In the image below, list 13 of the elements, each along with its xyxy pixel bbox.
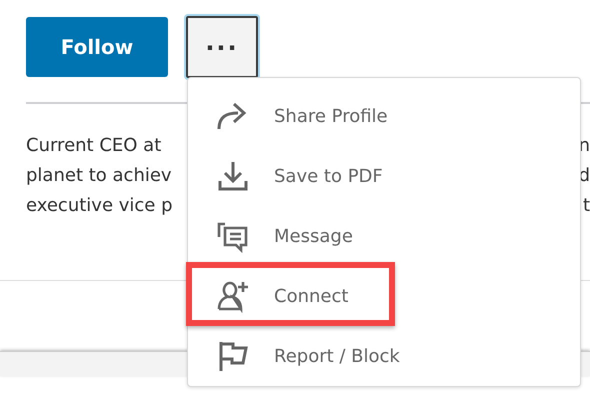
add-person-icon xyxy=(216,279,250,313)
follow-button[interactable]: Follow xyxy=(26,17,168,77)
download-icon xyxy=(216,159,250,193)
menu-item[interactable]: Connect xyxy=(188,266,580,326)
summary-text: Current CEO at xyxy=(26,134,162,156)
menu-item[interactable]: Share Profile xyxy=(188,86,580,146)
more-button[interactable]: ... xyxy=(186,16,258,78)
summary-text: t xyxy=(582,194,590,216)
summary-text: planet to achiev xyxy=(26,164,172,186)
menu-item[interactable]: Save to PDF xyxy=(188,146,580,206)
summary-text: executive vice p xyxy=(26,194,173,216)
menu-item[interactable]: Message xyxy=(188,206,580,266)
menu-item[interactable]: Report / Block xyxy=(188,326,580,386)
